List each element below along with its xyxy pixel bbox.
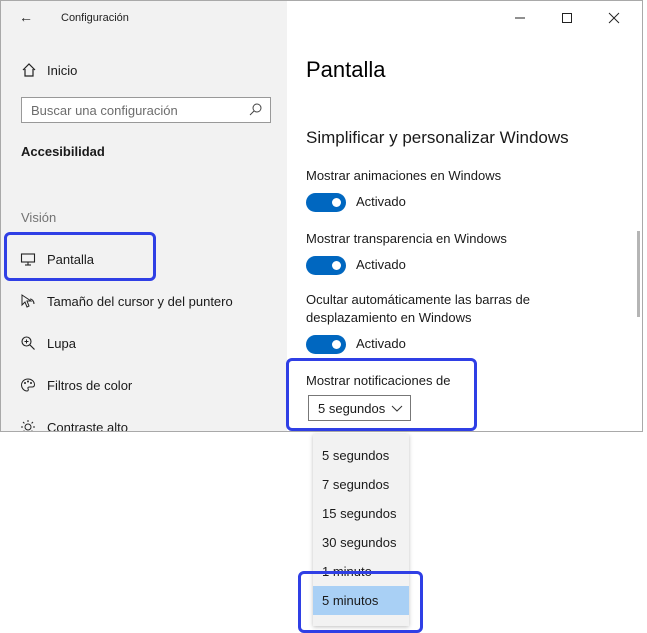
sidebar-item-label: Filtros de color bbox=[47, 377, 133, 393]
sidebar-item-filtros[interactable]: Filtros de color bbox=[1, 370, 287, 400]
highlight-box-5-minutos bbox=[298, 571, 423, 633]
sidebar: ← Configuración Inicio Buscar una config… bbox=[1, 1, 287, 432]
maximize-icon[interactable] bbox=[560, 11, 574, 25]
dropdown-option-30-segundos[interactable]: 30 segundos bbox=[313, 528, 409, 557]
dropdown-option-15-segundos[interactable]: 15 segundos bbox=[313, 499, 409, 528]
back-arrow-icon[interactable]: ← bbox=[19, 9, 33, 25]
option-label-scrollbars: Ocultar automáticamente las barras de de… bbox=[306, 292, 530, 325]
animations-toggle[interactable] bbox=[306, 193, 346, 212]
search-input[interactable]: Buscar una configuración bbox=[21, 97, 271, 123]
window-controls bbox=[504, 1, 642, 37]
home-link[interactable]: Inicio bbox=[21, 60, 77, 80]
dropdown-option-5-segundos[interactable]: 5 segundos bbox=[313, 441, 409, 470]
scrollbars-toggle-state: Activado bbox=[356, 336, 406, 351]
search-placeholder: Buscar una configuración bbox=[31, 103, 178, 118]
sidebar-item-label: Contraste alto bbox=[47, 419, 128, 432]
animations-toggle-state: Activado bbox=[356, 194, 406, 209]
home-label: Inicio bbox=[47, 62, 78, 78]
app-title: Configuración bbox=[61, 12, 129, 24]
section-subheading: Simplificar y personalizar Windows bbox=[306, 128, 569, 147]
sidebar-item-contraste[interactable]: Contraste alto bbox=[1, 412, 287, 432]
page-title: Pantalla bbox=[306, 57, 386, 82]
section-title: Accesibilidad bbox=[21, 144, 105, 159]
transparency-toggle-state: Activado bbox=[356, 257, 406, 272]
transparency-toggle[interactable] bbox=[306, 256, 346, 275]
highlight-box-notifications bbox=[286, 358, 477, 431]
magnifier-icon bbox=[21, 336, 35, 350]
scrollbars-toggle[interactable] bbox=[306, 335, 346, 354]
scrollbar[interactable] bbox=[637, 231, 640, 317]
sun-icon bbox=[21, 420, 35, 431]
sidebar-item-label: Tamaño del cursor y del puntero bbox=[47, 293, 233, 309]
sidebar-item-lupa[interactable]: Lupa bbox=[1, 328, 287, 358]
dropdown-option-7-segundos[interactable]: 7 segundos bbox=[313, 470, 409, 499]
sidebar-item-cursor[interactable]: Tamaño del cursor y del puntero bbox=[1, 286, 287, 316]
close-icon[interactable] bbox=[607, 11, 621, 25]
highlight-box-pantalla bbox=[4, 232, 156, 281]
cursor-icon bbox=[21, 294, 35, 308]
home-icon bbox=[22, 63, 36, 77]
title-bar: ← Configuración bbox=[1, 1, 287, 37]
group-label: Visión bbox=[21, 210, 57, 225]
minimize-icon[interactable] bbox=[513, 11, 527, 25]
search-icon bbox=[249, 103, 262, 116]
palette-icon bbox=[20, 378, 36, 392]
option-label-transparency: Mostrar transparencia en Windows bbox=[306, 231, 507, 246]
option-label-animations: Mostrar animaciones en Windows bbox=[306, 168, 502, 183]
sidebar-item-label: Lupa bbox=[47, 335, 76, 351]
